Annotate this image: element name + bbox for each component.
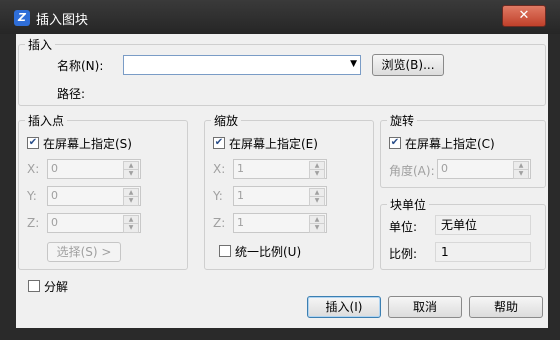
unit-value-field: 无单位	[435, 215, 531, 235]
angle-label: 角度(A):	[389, 164, 435, 178]
insertion-point-group: 插入点 ✔ 在屏幕上指定(S) X: 0 ▲ ▼ Y: 0 ▲ ▼ Z: 0 ▲ ▼ 选择(…	[18, 112, 188, 270]
browse-button[interactable]: 浏览(B)...	[372, 54, 444, 76]
rotation-on-screen-label: 在屏幕上指定(C)	[405, 137, 495, 151]
block-unit-group: 块单位 单位: 无单位 比例: 1	[380, 196, 546, 270]
spin-down-icon[interactable]: ▼	[309, 196, 325, 206]
scale-z-spinner[interactable]: 1 ▲ ▼	[233, 213, 327, 233]
spin-down-icon[interactable]: ▼	[123, 196, 139, 206]
block-unit-label: 块单位	[387, 196, 430, 213]
help-button[interactable]: 帮助	[469, 296, 543, 318]
cancel-button[interactable]: 取消	[388, 296, 462, 318]
block-name-combo[interactable]: ▼	[123, 55, 361, 75]
scale-y-label: Y:	[213, 189, 223, 203]
insert-group-label: 插入	[25, 36, 56, 53]
spin-down-icon[interactable]: ▼	[123, 169, 139, 179]
uniform-scale-checkbox[interactable]	[219, 245, 231, 257]
select-point-button[interactable]: 选择(S) >	[47, 242, 121, 262]
insertion-x-value: 0	[51, 162, 58, 175]
insertion-on-screen-checkbox[interactable]: ✔	[27, 137, 39, 149]
angle-spinner[interactable]: 0 ▲ ▼	[437, 159, 531, 179]
explode-label: 分解	[44, 280, 69, 294]
insertion-y-value: 0	[51, 189, 58, 202]
scale-on-screen-checkbox[interactable]: ✔	[213, 137, 225, 149]
scale-z-value: 1	[237, 216, 244, 229]
rotation-label: 旋转	[387, 112, 418, 129]
uniform-scale-label: 统一比例(U)	[235, 245, 302, 259]
rotation-group: 旋转 ✔ 在屏幕上指定(C) 角度(A): 0 ▲ ▼	[380, 112, 546, 188]
explode-checkbox[interactable]	[28, 280, 40, 292]
insertion-point-label: 插入点	[25, 112, 68, 129]
scale-y-spinner[interactable]: 1 ▲ ▼	[233, 186, 327, 206]
scale-group: 缩放 ✔ 在屏幕上指定(E) X: 1 ▲ ▼ Y: 1 ▲ ▼ Z: 1 ▲ ▼ 统一比例…	[204, 112, 374, 270]
ratio-value-field: 1	[435, 242, 531, 262]
unit-label: 单位:	[389, 220, 418, 234]
spin-down-icon[interactable]: ▼	[513, 169, 529, 179]
insertion-y-spinner[interactable]: 0 ▲ ▼	[47, 186, 141, 206]
insertion-z-value: 0	[51, 216, 58, 229]
name-label: 名称(N):	[57, 59, 104, 73]
scale-y-value: 1	[237, 189, 244, 202]
insertion-y-label: Y:	[27, 189, 37, 203]
scale-z-label: Z:	[213, 216, 226, 230]
scale-x-value: 1	[237, 162, 244, 175]
insertion-x-spinner[interactable]: 0 ▲ ▼	[47, 159, 141, 179]
scale-x-label: X:	[213, 162, 226, 176]
scale-on-screen-label: 在屏幕上指定(E)	[229, 137, 318, 151]
ratio-label: 比例:	[389, 247, 418, 261]
insert-button[interactable]: 插入(I)	[307, 296, 381, 318]
spin-down-icon[interactable]: ▼	[309, 169, 325, 179]
insertion-z-spinner[interactable]: 0 ▲ ▼	[47, 213, 141, 233]
dialog-title: 插入图块	[36, 13, 89, 28]
spin-down-icon[interactable]: ▼	[123, 223, 139, 233]
dropdown-arrow-icon[interactable]: ▼	[350, 59, 357, 69]
close-button[interactable]: ✕	[502, 5, 546, 27]
dialog-body: 插入 名称(N): ▼ 浏览(B)... 路径: 插入点 ✔ 在屏幕上指定(S)…	[16, 34, 548, 328]
insertion-x-label: X:	[27, 162, 40, 176]
angle-value: 0	[441, 162, 448, 175]
spin-down-icon[interactable]: ▼	[309, 223, 325, 233]
insertion-on-screen-label: 在屏幕上指定(S)	[43, 137, 132, 151]
insertion-z-label: Z:	[27, 216, 40, 230]
title-bar[interactable]: Z 插入图块 ✕	[0, 0, 560, 34]
path-label: 路径:	[57, 87, 86, 101]
rotation-on-screen-checkbox[interactable]: ✔	[389, 137, 401, 149]
insert-block-dialog: Z 插入图块 ✕ 插入 名称(N): ▼ 浏览(B)... 路径: 插入点 ✔ …	[0, 0, 560, 340]
scale-x-spinner[interactable]: 1 ▲ ▼	[233, 159, 327, 179]
app-icon: Z	[14, 10, 30, 26]
insert-group: 插入 名称(N): ▼ 浏览(B)... 路径:	[18, 36, 546, 106]
scale-label: 缩放	[211, 112, 242, 129]
